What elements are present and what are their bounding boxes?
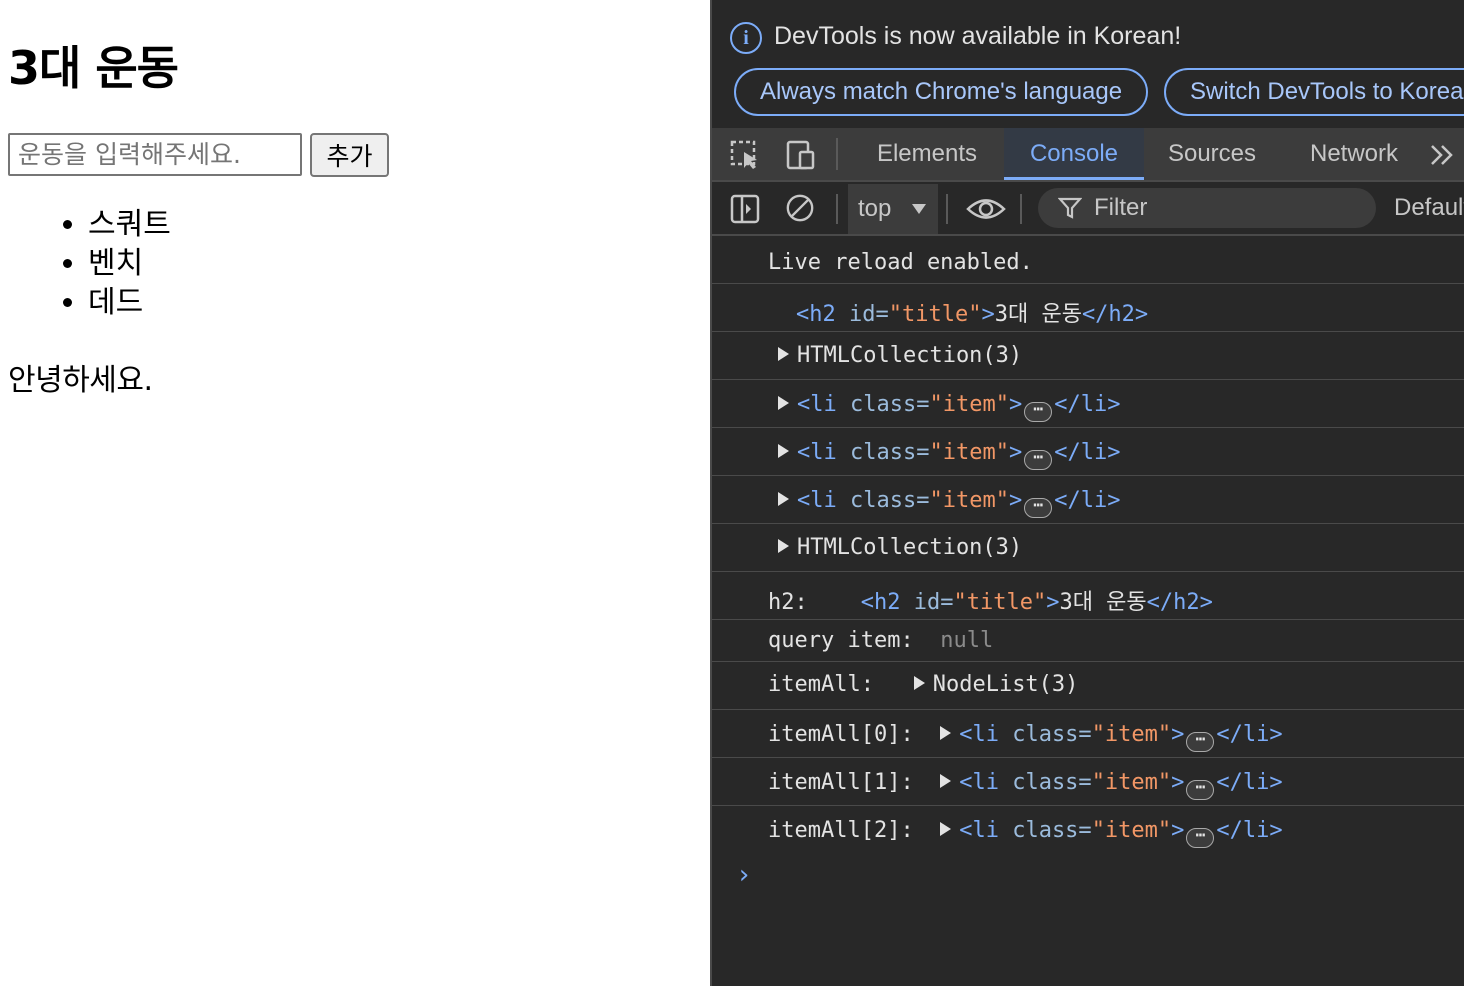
- ellipsis-icon[interactable]: ⋯: [1024, 497, 1053, 518]
- info-icon: i: [730, 22, 762, 54]
- toolbar-divider: [1020, 194, 1022, 224]
- sidebar-toggle-icon[interactable]: [730, 194, 762, 224]
- ellipsis-icon[interactable]: ⋯: [1024, 401, 1053, 422]
- ellipsis-icon[interactable]: ⋯: [1186, 731, 1215, 752]
- console-message[interactable]: itemAll[0]: <li class="item"> ⋯ </li>: [712, 710, 1464, 758]
- expand-triangle-icon[interactable]: [940, 822, 952, 836]
- inspect-element-icon[interactable]: [730, 140, 762, 170]
- language-infobar: i DevTools is now available in Korean! A…: [712, 0, 1464, 128]
- list-item: 스쿼트: [88, 205, 171, 244]
- list-item: 벤치: [88, 244, 171, 283]
- expand-triangle-icon[interactable]: [778, 444, 789, 458]
- expand-triangle-icon[interactable]: [913, 676, 925, 690]
- console-message: query item: null: [712, 620, 1464, 662]
- filter-input[interactable]: Filter: [1038, 188, 1376, 228]
- console-output: Live reload enabled. <h2 id="title">3대 운…: [712, 238, 1464, 986]
- list-item: 데드: [88, 283, 171, 322]
- console-message[interactable]: <li class="item"> ⋯ </li>: [712, 380, 1464, 428]
- expand-triangle-icon[interactable]: [778, 396, 789, 410]
- console-message[interactable]: itemAll[2]: <li class="item"> ⋯ </li>: [712, 806, 1464, 854]
- toolbar-divider: [836, 138, 838, 170]
- expand-triangle-icon[interactable]: [940, 726, 952, 740]
- devtools-panel: i DevTools is now available in Korean! A…: [710, 0, 1464, 986]
- context-value: top: [858, 195, 892, 222]
- eye-icon[interactable]: [966, 194, 1006, 224]
- web-page: 3대 운동 추가 스쿼트 벤치 데드 안녕하세요.: [0, 0, 710, 986]
- toolbar-divider: [836, 194, 838, 224]
- filter-icon: [1058, 197, 1082, 219]
- console-message[interactable]: <li class="item"> ⋯ </li>: [712, 476, 1464, 524]
- console-message[interactable]: itemAll[1]: <li class="item"> ⋯ </li>: [712, 758, 1464, 806]
- expand-triangle-icon[interactable]: [778, 539, 789, 553]
- greeting-text: 안녕하세요.: [8, 363, 153, 398]
- console-message[interactable]: HTMLCollection(3): [712, 332, 1464, 380]
- clear-console-icon[interactable]: [784, 193, 816, 223]
- device-toolbar-icon[interactable]: [784, 140, 816, 170]
- console-message: Live reload enabled.: [712, 238, 1464, 284]
- ellipsis-icon[interactable]: ⋯: [1186, 779, 1215, 800]
- devtools-tabbar: Elements Console Sources Network: [712, 128, 1464, 182]
- filter-placeholder: Filter: [1094, 194, 1148, 221]
- match-language-button[interactable]: Always match Chrome's language: [734, 68, 1148, 116]
- switch-language-button[interactable]: Switch DevTools to Korean: [1164, 68, 1464, 116]
- console-message[interactable]: HTMLCollection(3): [712, 524, 1464, 572]
- expand-triangle-icon[interactable]: [940, 774, 952, 788]
- infobar-message: DevTools is now available in Korean!: [774, 22, 1182, 50]
- expand-triangle-icon[interactable]: [778, 347, 789, 361]
- toolbar-divider: [946, 194, 948, 224]
- exercise-input[interactable]: [8, 133, 302, 176]
- ellipsis-icon[interactable]: ⋯: [1024, 449, 1053, 470]
- exercise-list: 스쿼트 벤치 데드: [88, 205, 171, 322]
- caret-down-icon: [912, 204, 926, 214]
- console-message[interactable]: <li class="item"> ⋯ </li>: [712, 428, 1464, 476]
- add-button[interactable]: 추가: [310, 133, 389, 177]
- expand-triangle-icon[interactable]: [778, 492, 789, 506]
- console-message[interactable]: itemAll: NodeList(3): [712, 662, 1464, 710]
- console-prompt-icon[interactable]: ›: [736, 860, 752, 890]
- chevron-double-right-icon[interactable]: [1428, 142, 1460, 172]
- context-selector[interactable]: top: [848, 184, 938, 234]
- console-toolbar: top Filter Default levels: [712, 182, 1464, 236]
- console-message[interactable]: h2: <h2 id="title">3대 운동</h2>: [712, 572, 1464, 620]
- tab-sources[interactable]: Sources: [1152, 128, 1272, 180]
- console-message[interactable]: <h2 id="title">3대 운동</h2>: [712, 284, 1464, 332]
- page-title: 3대 운동: [8, 41, 179, 95]
- ellipsis-icon[interactable]: ⋯: [1186, 827, 1215, 848]
- tab-console[interactable]: Console: [1004, 128, 1144, 180]
- log-levels-dropdown[interactable]: Default levels: [1394, 182, 1464, 234]
- tab-elements[interactable]: Elements: [858, 128, 996, 180]
- tab-network[interactable]: Network: [1292, 128, 1416, 180]
